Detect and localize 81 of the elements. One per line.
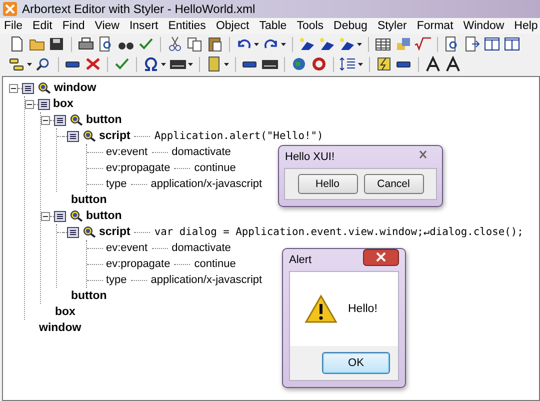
attribute-name: type — [106, 178, 127, 190]
menu-item[interactable]: View — [94, 20, 120, 32]
printer-icon[interactable] — [77, 36, 95, 52]
attribute-value: application/x-javascript — [150, 274, 262, 286]
checkmark-icon[interactable] — [113, 56, 131, 72]
menu-item[interactable]: File — [4, 20, 23, 32]
ring-icon[interactable] — [310, 56, 328, 72]
element-tag[interactable]: script — [99, 226, 130, 238]
menu-item[interactable]: Insert — [129, 20, 158, 32]
element-tag[interactable]: button — [86, 114, 122, 126]
menu-item[interactable]: Help — [514, 20, 538, 32]
element-tag[interactable]: window — [54, 82, 96, 94]
app-logo-icon — [3, 2, 17, 16]
element-icon[interactable] — [22, 82, 34, 94]
copy-icon[interactable] — [186, 36, 204, 52]
globe-icon[interactable] — [290, 56, 308, 72]
element-icon[interactable] — [67, 130, 79, 142]
menu-item[interactable]: Format — [416, 20, 454, 32]
element-icon[interactable] — [38, 98, 50, 110]
scissors-icon[interactable] — [166, 36, 184, 52]
end-tag[interactable]: box — [55, 306, 76, 318]
lightning-icon[interactable] — [375, 56, 393, 72]
warning-icon — [304, 294, 338, 324]
omega-icon[interactable] — [142, 56, 160, 72]
attribute-value: domactivate — [172, 146, 231, 158]
square-root-icon[interactable] — [414, 36, 432, 52]
dialog-button[interactable]: OK — [322, 352, 390, 374]
font-size-icon[interactable] — [424, 56, 442, 72]
attribute-name: ev:propagate — [106, 258, 170, 270]
window-pane-icon[interactable] — [503, 36, 521, 52]
flag-icon[interactable] — [318, 36, 336, 52]
dialog-button[interactable]: Hello — [298, 174, 358, 194]
attribute-name: ev:propagate — [106, 162, 170, 174]
menu-item[interactable]: Edit — [32, 20, 52, 32]
window-title: Arbortext Editor with Styler - HelloWorld.xml — [22, 2, 256, 16]
attribute-name: ev:event — [106, 242, 148, 254]
script-content: Application.alert("Hello!") — [154, 130, 324, 142]
menu-item[interactable]: Tools — [296, 20, 324, 32]
menu-item[interactable]: Styler — [377, 20, 407, 32]
menu-item[interactable]: Object — [216, 20, 250, 32]
menu-item[interactable]: Debug — [334, 20, 368, 32]
end-tag[interactable]: button — [71, 194, 107, 206]
alert-message: Hello! — [348, 303, 378, 315]
attribute-value: continue — [194, 162, 236, 174]
line-spacing-icon[interactable] — [339, 56, 357, 72]
element-tag[interactable]: script — [99, 130, 130, 142]
attribute-value: domactivate — [172, 242, 231, 254]
window-pane-icon[interactable] — [483, 36, 501, 52]
checkmark-icon[interactable] — [137, 36, 155, 52]
menu-item[interactable]: Find — [62, 20, 85, 32]
document-arrow-icon[interactable] — [463, 36, 481, 52]
element-tag[interactable]: button — [86, 210, 122, 222]
font-size-icon[interactable] — [444, 56, 462, 72]
table-icon[interactable] — [374, 36, 392, 52]
collapse-toggle-icon[interactable] — [41, 116, 50, 124]
script-content: var dialog = Application.event.view.window;↵dialog.close(); — [154, 226, 524, 238]
menu-item[interactable]: Table — [259, 20, 287, 32]
element-icon[interactable] — [54, 210, 66, 222]
attribute-name: ev:event — [106, 146, 148, 158]
dialog-button[interactable]: Cancel — [364, 174, 424, 194]
element-tag[interactable]: box — [53, 98, 74, 110]
attribute-name: type — [106, 274, 127, 286]
collapse-toggle-icon[interactable] — [41, 212, 50, 220]
cross-icon[interactable] — [84, 56, 102, 72]
end-tag[interactable]: window — [39, 322, 82, 334]
element-icon[interactable] — [54, 114, 66, 126]
end-tag[interactable]: button — [71, 290, 107, 302]
attribute-value: continue — [194, 258, 236, 270]
clipboard-icon[interactable] — [206, 36, 224, 52]
menu-item[interactable]: Entities — [168, 20, 206, 32]
tags-icon[interactable] — [8, 56, 26, 72]
flag-icon[interactable] — [298, 36, 316, 52]
menu-item[interactable]: Window — [463, 20, 504, 32]
collapse-toggle-icon[interactable] — [25, 100, 34, 108]
dialog-title: Hello XUI! — [285, 151, 335, 163]
close-icon[interactable] — [363, 249, 399, 266]
dialog-title: Alert — [289, 254, 312, 266]
attribute-value: application/x-javascript — [150, 178, 262, 190]
element-icon[interactable] — [67, 226, 79, 238]
flag-icon[interactable] — [338, 36, 356, 52]
collapse-toggle-icon[interactable] — [9, 84, 18, 92]
